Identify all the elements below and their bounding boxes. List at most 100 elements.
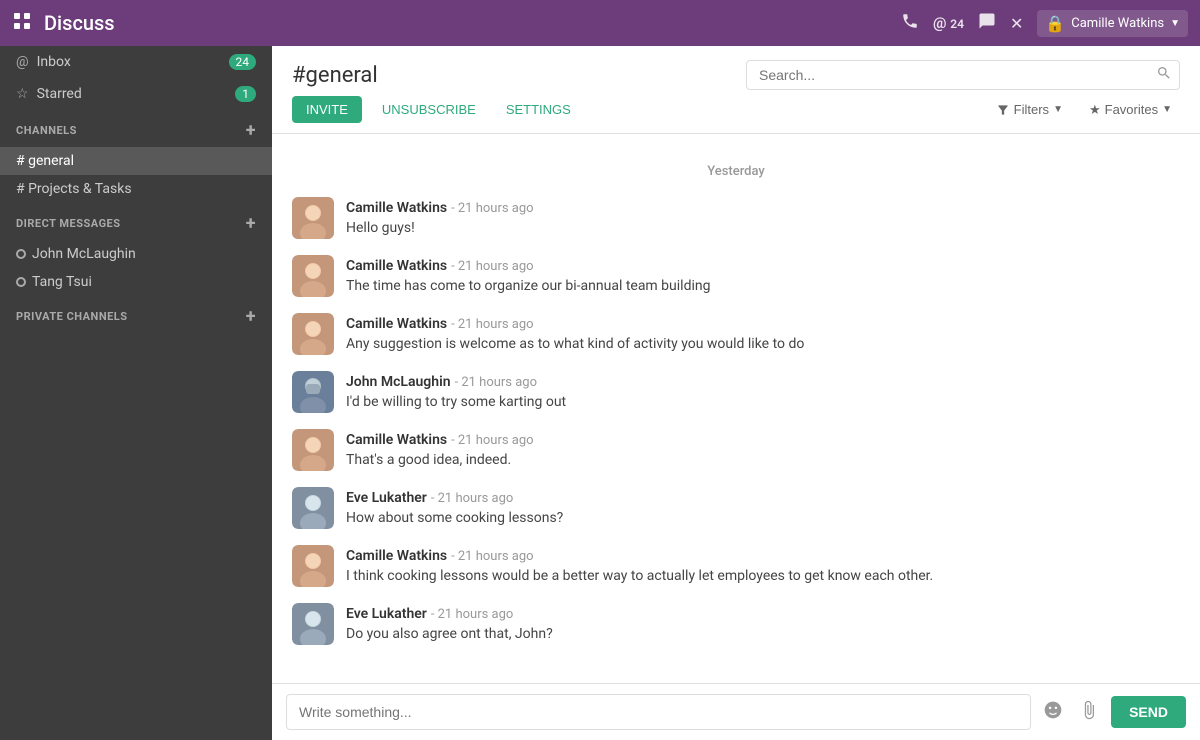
message-item: Eve Lukather - 21 hours ago How about so…	[292, 487, 1180, 529]
user-avatar-icon: 🔒	[1045, 14, 1065, 33]
starred-count: 1	[235, 86, 256, 102]
message-text: Do you also agree ont that, John?	[346, 625, 553, 645]
channel-header: #general INVITE UNSUBSCRIBE SETTINGS Fil…	[272, 46, 1200, 134]
starred-label: Starred	[37, 86, 236, 102]
private-label: PRIVATE CHANNELS	[16, 310, 246, 323]
favorites-arrow-icon: ▼	[1162, 104, 1172, 115]
unsubscribe-button[interactable]: UNSUBSCRIBE	[372, 96, 486, 123]
message-text: That's a good idea, indeed.	[346, 451, 534, 471]
date-divider: Yesterday	[292, 164, 1180, 179]
avatar	[292, 487, 334, 529]
channel-actions-row: INVITE UNSUBSCRIBE SETTINGS Filters ▼ ★ …	[292, 96, 1180, 133]
close-icon[interactable]: ✕	[1010, 14, 1023, 33]
channel-title: #general	[292, 63, 726, 88]
message-author: Camille Watkins	[346, 432, 447, 448]
sidebar-item-starred[interactable]: ☆ Starred 1	[0, 78, 272, 110]
avatar	[292, 313, 334, 355]
filters-arrow-icon: ▼	[1053, 104, 1063, 115]
navbar: Discuss @ 24 ✕ 🔒 Camille Watkins ▼	[0, 0, 1200, 46]
message-meta: Camille Watkins - 21 hours ago	[346, 255, 710, 274]
favorites-button[interactable]: ★ Favorites ▼	[1081, 98, 1180, 122]
inbox-label: Inbox	[37, 54, 229, 70]
chat-icon[interactable]	[978, 12, 996, 34]
message-author: John McLaughin	[346, 374, 451, 390]
message-time: - 21 hours ago	[451, 549, 534, 564]
message-text: How about some cooking lessons?	[346, 509, 563, 529]
add-channel-icon[interactable]: +	[246, 120, 256, 141]
sidebar-item-projects[interactable]: # Projects & Tasks	[0, 175, 272, 203]
right-panel: #general INVITE UNSUBSCRIBE SETTINGS Fil…	[272, 46, 1200, 740]
search-icon[interactable]	[1156, 65, 1172, 85]
message-meta: Eve Lukather - 21 hours ago	[346, 603, 553, 622]
emoji-button[interactable]	[1039, 696, 1067, 729]
filters-button[interactable]: Filters ▼	[988, 98, 1071, 121]
message-meta: Eve Lukather - 21 hours ago	[346, 487, 563, 506]
user-dropdown-icon: ▼	[1170, 18, 1180, 29]
message-content: Eve Lukather - 21 hours ago Do you also …	[346, 603, 553, 645]
attachment-button[interactable]	[1075, 696, 1103, 729]
favorites-label: Favorites	[1105, 102, 1158, 117]
message-author: Camille Watkins	[346, 548, 447, 564]
avatar	[292, 545, 334, 587]
message-meta: John McLaughin - 21 hours ago	[346, 371, 566, 390]
message-author: Camille Watkins	[346, 258, 447, 274]
message-time: - 21 hours ago	[451, 317, 534, 332]
mention-icon[interactable]: @ 24	[933, 14, 964, 32]
message-text: The time has come to organize our bi-ann…	[346, 277, 710, 297]
user-menu[interactable]: 🔒 Camille Watkins ▼	[1037, 10, 1188, 37]
settings-button[interactable]: SETTINGS	[496, 96, 581, 123]
messages-area: Yesterday Camille Watkins - 21 hours ago	[272, 134, 1200, 683]
avatar	[292, 371, 334, 413]
message-item: Eve Lukather - 21 hours ago Do you also …	[292, 603, 1180, 645]
message-text: I'd be willing to try some karting out	[346, 393, 566, 413]
inbox-count: 24	[229, 54, 257, 70]
message-content: Camille Watkins - 21 hours ago The time …	[346, 255, 710, 297]
message-content: Eve Lukather - 21 hours ago How about so…	[346, 487, 563, 529]
grid-icon[interactable]	[12, 11, 32, 36]
at-icon: @	[16, 54, 29, 70]
message-item: John McLaughin - 21 hours ago I'd be wil…	[292, 371, 1180, 413]
avatar	[292, 429, 334, 471]
filters-label: Filters	[1014, 102, 1049, 117]
channel-title-row: #general	[292, 46, 1180, 96]
message-item: Camille Watkins - 21 hours ago The time …	[292, 255, 1180, 297]
invite-button[interactable]: INVITE	[292, 96, 362, 123]
message-time: - 21 hours ago	[431, 491, 514, 506]
message-content: John McLaughin - 21 hours ago I'd be wil…	[346, 371, 566, 413]
channel-general-label: # general	[16, 153, 74, 169]
message-author: Camille Watkins	[346, 316, 447, 332]
message-item: Camille Watkins - 21 hours ago Any sugge…	[292, 313, 1180, 355]
sidebar-item-inbox[interactable]: @ Inbox 24	[0, 46, 272, 78]
add-dm-icon[interactable]: +	[246, 213, 256, 234]
message-meta: Camille Watkins - 21 hours ago	[346, 429, 534, 448]
sidebar-dm-tang[interactable]: Tang Tsui	[0, 268, 272, 296]
sidebar-dm-john[interactable]: John McLaughin	[0, 240, 272, 268]
search-bar	[746, 60, 1180, 90]
message-meta: Camille Watkins - 21 hours ago	[346, 197, 534, 216]
avatar	[292, 197, 334, 239]
message-author: Eve Lukather	[346, 490, 427, 506]
search-input[interactable]	[746, 60, 1180, 90]
dm-john-label: John McLaughin	[32, 246, 136, 262]
channel-projects-label: # Projects & Tasks	[16, 181, 132, 197]
phone-icon[interactable]	[901, 12, 919, 34]
add-private-icon[interactable]: +	[246, 306, 256, 327]
star-icon: ★	[1089, 102, 1101, 118]
sidebar-item-general[interactable]: # general	[0, 147, 272, 175]
message-meta: Camille Watkins - 21 hours ago	[346, 545, 933, 564]
send-button[interactable]: SEND	[1111, 696, 1186, 728]
direct-messages-header: DIRECT MESSAGES +	[0, 203, 272, 240]
message-item: Camille Watkins - 21 hours ago That's a …	[292, 429, 1180, 471]
message-input[interactable]	[286, 694, 1031, 730]
message-content: Camille Watkins - 21 hours ago Any sugge…	[346, 313, 804, 355]
avatar	[292, 603, 334, 645]
message-text: I think cooking lessons would be a bette…	[346, 567, 933, 587]
avatar	[292, 255, 334, 297]
message-author: Eve Lukather	[346, 606, 427, 622]
online-indicator-john	[16, 249, 26, 259]
user-name: Camille Watkins	[1071, 16, 1164, 31]
message-text: Any suggestion is welcome as to what kin…	[346, 335, 804, 355]
message-time: - 21 hours ago	[451, 433, 534, 448]
message-content: Camille Watkins - 21 hours ago I think c…	[346, 545, 933, 587]
message-time: - 21 hours ago	[431, 607, 514, 622]
